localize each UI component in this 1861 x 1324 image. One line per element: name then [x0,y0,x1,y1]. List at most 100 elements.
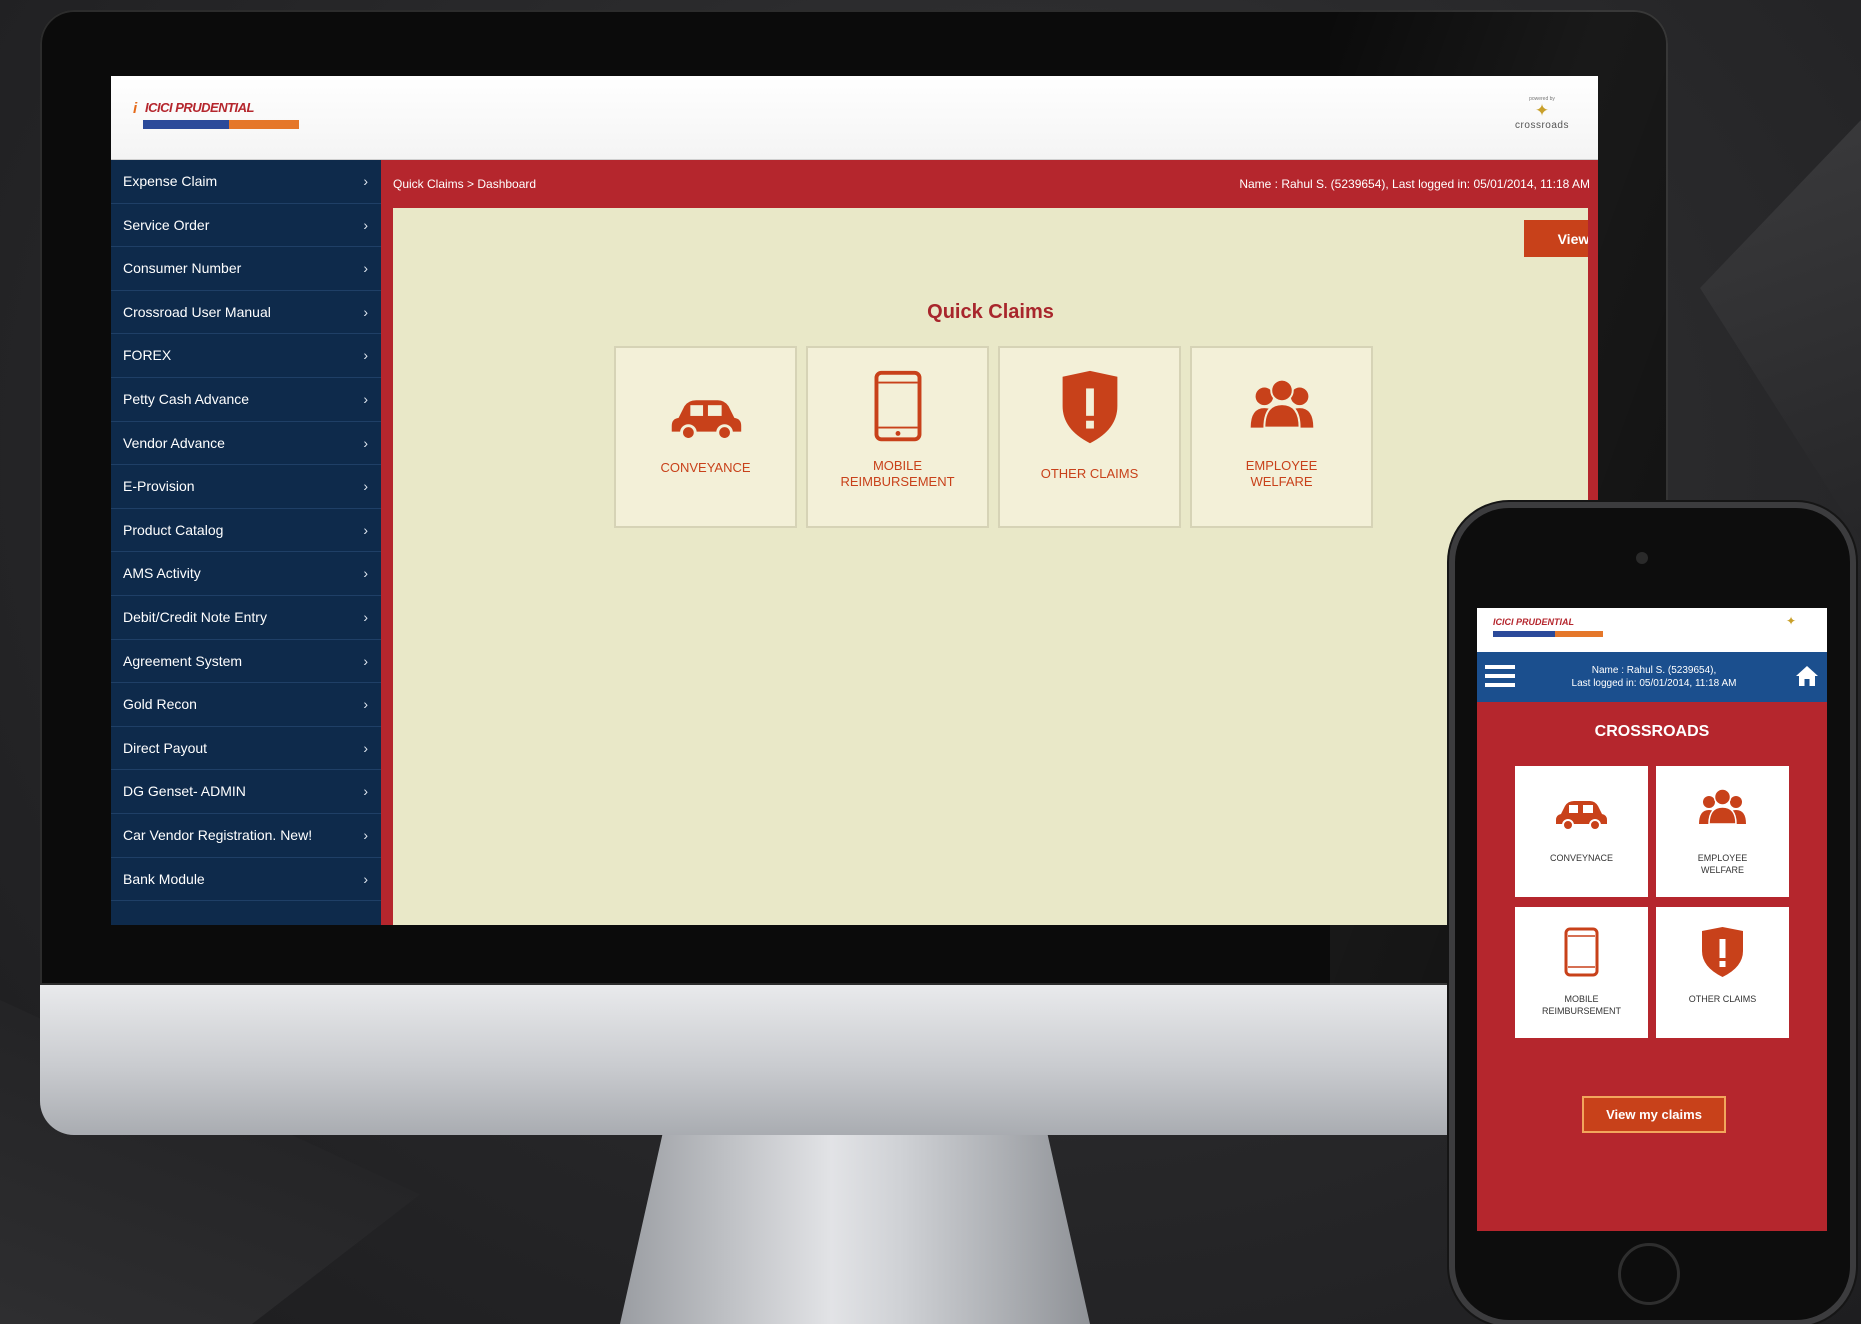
sidebar-item-product-catalog[interactable]: Product Catalog › [111,509,381,553]
chevron-right-icon: › [363,390,368,407]
sidebar-item-e-provision[interactable]: E-Provision › [111,465,381,509]
sidebar-item-car-vendor[interactable]: Car Vendor Registration. New! › [111,814,381,858]
sidebar-item-label: Consumer Number [123,260,242,277]
sidebar-item-label: FOREX [123,347,172,364]
mobile-tile-employee-welfare[interactable]: EMPLOYEE WELFARE [1656,766,1789,897]
tile-employee-welfare[interactable]: EMPLOYEE WELFARE [1190,346,1373,528]
desktop-monitor-chin [40,985,1668,1135]
sidebar-item-label: Product Catalog [123,521,224,538]
car-icon [616,378,795,448]
breadcrumb[interactable]: Quick Claims > Dashboard [393,177,536,191]
company-logo: ICICI PRUDENTIAL [1485,617,1615,643]
mobile-header: ICICI PRUDENTIAL ✦ [1477,608,1827,652]
people-icon [1192,376,1371,446]
page-title: Quick Claims [927,301,1054,323]
sidebar-item-label: Agreement System [123,652,243,669]
mobile-tile-conveyance[interactable]: CONVEYNACE [1515,766,1648,897]
sidebar-item-debit-credit-note[interactable]: Debit/Credit Note Entry › [111,596,381,640]
chevron-right-icon: › [363,565,368,582]
phone-home-button [1618,1243,1680,1305]
last-login-line: Last logged in: 05/01/2014, 11:18 AM [1571,678,1737,689]
sidebar-item-direct-payout[interactable]: Direct Payout › [111,727,381,771]
tile-other-claims[interactable]: OTHER CLAIMS [998,346,1181,528]
home-icon[interactable] [1795,664,1819,688]
chevron-right-icon: › [363,652,368,669]
chevron-right-icon: › [363,739,368,756]
chevron-right-icon: › [363,260,368,277]
breadcrumb-bar: Quick Claims > Dashboard Name : Rahul S.… [393,160,1598,208]
app-header: i ICICI PRUDENTIAL powered by ✦ crossroa… [111,76,1598,160]
sidebar-item-gold-recon[interactable]: Gold Recon › [111,683,381,727]
crossroads-mark-icon: ✦ [1534,101,1550,120]
mobile-screen: ICICI PRUDENTIAL ✦ Name : Rahul S. (5239… [1477,608,1827,1231]
crossroads-mark-icon: ✦ [1785,614,1797,628]
mobile-user-info: Name : Rahul S. (5239654), Last logged i… [1521,664,1787,690]
user-info: Name : Rahul S. (5239654), Last logged i… [1239,177,1590,191]
chevron-right-icon: › [363,696,368,713]
logo-text: ICICI PRUDENTIAL [1493,617,1574,627]
mobile-tile-other-claims[interactable]: OTHER CLAIMS [1656,907,1789,1038]
tile-label: CONVEYNACE [1549,853,1613,863]
sidebar-item-bank-module[interactable]: Bank Module › [111,858,381,902]
sidebar-nav: Expense Claim › Service Order › Consumer N… [111,160,381,925]
sidebar-item-forex[interactable]: FOREX › [111,334,381,378]
chevron-right-icon: › [363,478,368,495]
tile-label: MOBILE REIMBURSEMENT [1541,994,1621,1016]
chevron-right-icon: › [363,216,368,233]
sidebar-item-label: Vendor Advance [123,434,225,451]
car-icon [1515,786,1648,836]
desktop-monitor-stand [620,1135,1090,1324]
sidebar-item-label: Direct Payout [123,739,208,756]
tile-conveyance[interactable]: CONVEYANCE [614,346,797,528]
sidebar-item-user-manual[interactable]: Crossroad User Manual › [111,291,381,335]
chevron-right-icon: › [363,870,368,887]
tile-mobile-reimbursement[interactable]: MOBILE REIMBURSEMENT [806,346,989,528]
sidebar-item-label: Gold Recon [123,696,197,713]
chevron-right-icon: › [363,303,368,320]
mobile-tile-mobile-reimbursement[interactable]: MOBILE REIMBURSEMENT [1515,907,1648,1038]
tile-label: OTHER CLAIMS [1040,466,1139,481]
tile-label: MOBILE REIMBURSEMENT [840,458,955,489]
powered-by-logo: powered by ✦ crossroads [1492,96,1592,146]
sidebar-item-dg-genset[interactable]: DG Genset- ADMIN › [111,770,381,814]
sidebar-item-agreement-system[interactable]: Agreement System › [111,640,381,684]
sidebar-item-label: Car Vendor Registration. New! [123,826,313,843]
view-my-claims-button[interactable]: View My Claims [1524,220,1598,257]
hamburger-menu-icon[interactable] [1485,665,1515,689]
sidebar-item-label: AMS Activity [123,565,201,582]
mobile-phone-frame: ICICI PRUDENTIAL ✦ Name : Rahul S. (5239… [1455,508,1850,1320]
chevron-right-icon: › [363,173,368,189]
sidebar-item-label: Debit/Credit Note Entry [123,608,267,625]
sidebar-item-expense-claim[interactable]: Expense Claim › [111,160,381,204]
sidebar-item-service-order[interactable]: Service Order › [111,204,381,248]
tile-label: CONVEYANCE [660,460,751,475]
view-my-claims-button[interactable]: View my claims [1582,1096,1726,1133]
sidebar-item-ams-activity[interactable]: AMS Activity › [111,552,381,596]
chevron-right-icon: › [363,783,368,800]
dashboard-content: View My Claims Quick Claims CONVEYANCE [393,208,1598,925]
chevron-right-icon: › [363,826,368,843]
sidebar-item-consumer-number[interactable]: Consumer Number › [111,247,381,291]
tile-label: OTHER CLAIMS [1688,994,1757,1004]
powered-by-logo: ✦ [1761,614,1821,628]
sidebar-item-label: Petty Cash Advance [123,390,250,407]
logo-mark: i [133,100,138,117]
phone-camera [1636,552,1648,564]
logo-text: ICICI PRUDENTIAL [145,100,255,115]
chevron-right-icon: › [363,347,368,364]
sidebar-item-label: Expense Claim [123,173,218,189]
chevron-right-icon: › [363,608,368,625]
sidebar-item-petty-cash[interactable]: Petty Cash Advance › [111,378,381,422]
people-icon [1656,786,1789,836]
sidebar-item-label: DG Genset- ADMIN [123,783,246,800]
mobile-icon [1515,927,1648,977]
logo-stripe-accent [1555,631,1603,637]
mobile-page-title: CROSSROADS [1594,723,1710,740]
tile-label: EMPLOYEE WELFARE [1245,458,1318,489]
sidebar-item-vendor-advance[interactable]: Vendor Advance › [111,422,381,466]
company-logo: i ICICI PRUDENTIAL [133,100,313,136]
sidebar-item-label: Bank Module [123,870,205,887]
chevron-right-icon: › [363,521,368,538]
chevron-right-icon: › [363,434,368,451]
mobile-user-bar: Name : Rahul S. (5239654), Last logged i… [1477,652,1827,702]
